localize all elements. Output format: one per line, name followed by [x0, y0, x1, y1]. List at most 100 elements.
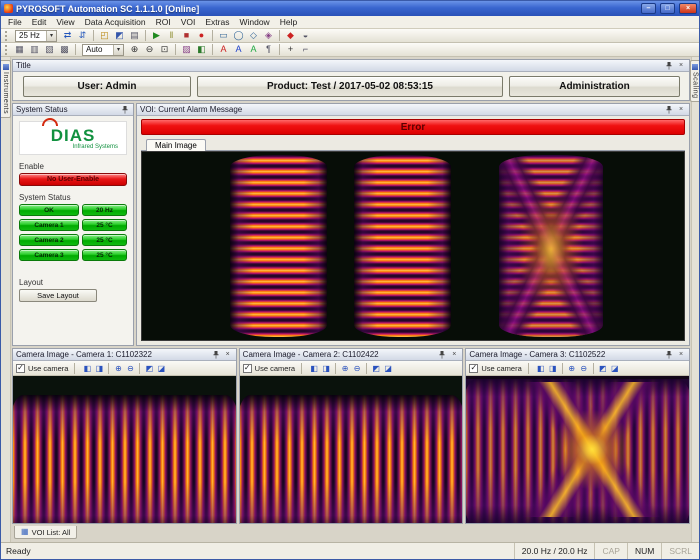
manual-scale-icon[interactable]: ◨	[320, 363, 332, 374]
window-titlebar[interactable]: PYROSOFT Automation SC 1.1.1.0 [Online] …	[1, 1, 699, 16]
tab-voi-list[interactable]: ▦ VOI List: All	[14, 526, 77, 539]
roi-rectangle-icon[interactable]: ▭	[216, 30, 231, 42]
manual-scale-icon[interactable]: ◨	[93, 363, 105, 374]
zoom-in-icon[interactable]: ⊕	[112, 363, 124, 374]
product-button[interactable]: Product: Test / 2017-05-02 08:53:15	[197, 76, 503, 97]
toolbar2-icons-right: ⊕⊖⊡▨◧AAA¶+⌐	[127, 44, 313, 56]
close-icon[interactable]: ×	[676, 61, 686, 70]
zoom-fit-icon[interactable]: ⊡	[157, 44, 172, 56]
zoom-in-icon[interactable]: ⊕	[339, 363, 351, 374]
voi-panel-header[interactable]: VOI: Current Alarm Message ×	[137, 104, 689, 116]
zoom-out-icon[interactable]: ⊖	[578, 363, 590, 374]
pin-icon[interactable]	[664, 350, 674, 359]
print-icon[interactable]: ▤	[127, 30, 142, 42]
minimize-button[interactable]: –	[641, 3, 656, 14]
palette-icon[interactable]: ◩	[143, 363, 155, 374]
menu-help[interactable]: Help	[275, 16, 302, 28]
scaling-autohide-tab[interactable]: Scaling	[690, 60, 699, 102]
pin-icon[interactable]	[211, 350, 221, 359]
pin-icon[interactable]	[664, 61, 674, 70]
cascade-windows-icon[interactable]: ▧	[42, 44, 57, 56]
user-enable-button[interactable]: No User-Enable	[19, 173, 127, 186]
new-view-icon[interactable]: ▦	[12, 44, 27, 56]
palette-icon[interactable]: ▨	[179, 44, 194, 56]
zoom-mode-combo[interactable]: Auto ▾	[82, 44, 124, 56]
toolbar-grip[interactable]	[5, 31, 7, 41]
isotherm-icon[interactable]: ◧	[194, 44, 209, 56]
autoscale-icon[interactable]: ◧	[535, 363, 547, 374]
settings-icon[interactable]: ◒	[298, 30, 313, 42]
use-camera-checkbox[interactable]: ✓	[243, 364, 252, 373]
menu-data-acquisition[interactable]: Data Acquisition	[80, 16, 151, 28]
manual-scale-icon[interactable]: ◨	[547, 363, 559, 374]
stop-acquisition-icon[interactable]: ■	[179, 30, 194, 42]
alarm-icon[interactable]: ◆	[283, 30, 298, 42]
use-camera-checkbox[interactable]: ✓	[16, 364, 25, 373]
annotation-icon[interactable]: ¶	[261, 44, 276, 56]
save-icon[interactable]: ◩	[112, 30, 127, 42]
pin-icon[interactable]	[437, 350, 447, 359]
tab-main-image[interactable]: Main Image	[146, 139, 206, 151]
save-layout-button[interactable]: Save Layout	[19, 289, 97, 302]
use-camera-checkbox[interactable]: ✓	[469, 364, 478, 373]
text-blue-icon[interactable]: A	[231, 44, 246, 56]
camera-info-icon[interactable]: ◪	[382, 363, 394, 374]
refresh-icon[interactable]: ⇵	[75, 30, 90, 42]
camera1-header[interactable]: Camera Image - Camera 1: C1102322 ×	[13, 349, 236, 361]
camera-info-icon[interactable]: ◪	[609, 363, 621, 374]
close-icon[interactable]: ×	[223, 350, 233, 359]
record-icon[interactable]: ●	[194, 30, 209, 42]
connect-camera-icon[interactable]: ⇄	[60, 30, 75, 42]
zoom-in-icon[interactable]: ⊕	[566, 363, 578, 374]
close-icon[interactable]: ×	[449, 350, 459, 359]
autoscale-icon[interactable]: ◧	[308, 363, 320, 374]
title-panel-header[interactable]: Title ×	[13, 60, 689, 72]
frequency-combo[interactable]: 25 Hz ▾	[15, 30, 57, 42]
zoom-out-icon[interactable]: ⊖	[142, 44, 157, 56]
open-layout-icon[interactable]: ◰	[97, 30, 112, 42]
zoom-out-icon[interactable]: ⊖	[351, 363, 363, 374]
text-red-icon[interactable]: A	[216, 44, 231, 56]
close-icon[interactable]: ×	[676, 105, 686, 114]
close-icon[interactable]: ×	[676, 350, 686, 359]
menu-window[interactable]: Window	[234, 16, 274, 28]
palette-icon[interactable]: ◩	[597, 363, 609, 374]
system-status-body: DIAS Infrared Systems Enable No User-Ena…	[13, 116, 133, 345]
autoscale-icon[interactable]: ◧	[81, 363, 93, 374]
menu-file[interactable]: File	[3, 16, 27, 28]
camera-info-icon[interactable]: ◪	[155, 363, 167, 374]
pause-acquisition-icon[interactable]: ‖	[164, 30, 179, 42]
menu-extras[interactable]: Extras	[200, 16, 234, 28]
camera3-header[interactable]: Camera Image - Camera 3: C1102522 ×	[466, 349, 689, 361]
close-button[interactable]: ×	[679, 3, 697, 14]
maximize-button[interactable]: □	[660, 3, 675, 14]
roi-ellipse-icon[interactable]: ◯	[231, 30, 246, 42]
chevron-down-icon: ▾	[113, 45, 123, 55]
user-button[interactable]: User: Admin	[23, 76, 191, 97]
pin-icon[interactable]	[120, 105, 130, 114]
administration-button[interactable]: Administration	[509, 76, 680, 97]
menu-edit[interactable]: Edit	[27, 16, 52, 28]
menu-voi[interactable]: VOI	[176, 16, 201, 28]
toolbar-row-2: ▦▥▧▩ Auto ▾ ⊕⊖⊡▨◧AAA¶+⌐	[1, 43, 699, 57]
zoom-out-icon[interactable]: ⊖	[124, 363, 136, 374]
toolbar-grip[interactable]	[5, 45, 7, 55]
camera2-cylinder	[240, 395, 463, 523]
text-green-icon[interactable]: A	[246, 44, 261, 56]
voi-panel-body: Error Main Image	[137, 116, 689, 345]
menu-view[interactable]: View	[51, 16, 79, 28]
zoom-in-icon[interactable]: ⊕	[127, 44, 142, 56]
voi-icon[interactable]: ◈	[261, 30, 276, 42]
measure-icon[interactable]: ⌐	[298, 44, 313, 56]
menu-roi[interactable]: ROI	[151, 16, 176, 28]
roi-polygon-icon[interactable]: ◇	[246, 30, 261, 42]
instruments-autohide-tab[interactable]: Instruments	[1, 60, 11, 118]
start-acquisition-icon[interactable]: ▶	[149, 30, 164, 42]
palette-icon[interactable]: ◩	[370, 363, 382, 374]
system-status-header[interactable]: System Status	[13, 104, 133, 116]
crosshair-icon[interactable]: +	[283, 44, 298, 56]
tile-windows-icon[interactable]: ▥	[27, 44, 42, 56]
full-image-icon[interactable]: ▩	[57, 44, 72, 56]
pin-icon[interactable]	[664, 105, 674, 114]
camera2-header[interactable]: Camera Image - Camera 2: C1102422 ×	[240, 349, 463, 361]
